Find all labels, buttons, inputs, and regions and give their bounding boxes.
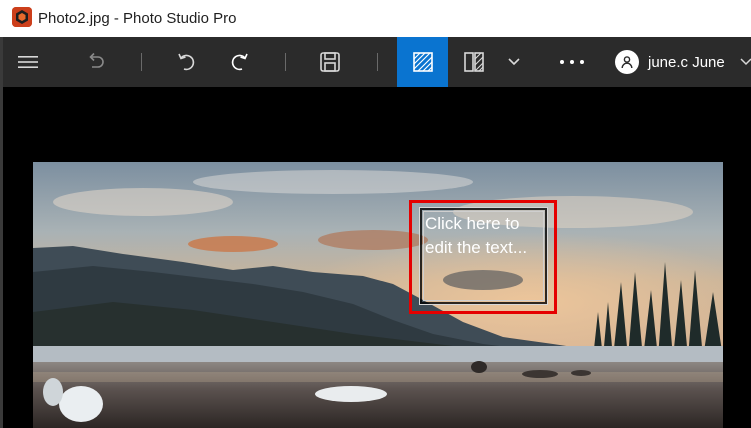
text-box-placeholder[interactable]: Click here to edit the text... bbox=[425, 212, 545, 260]
user-name: june.c June bbox=[648, 53, 725, 71]
hatch-square-icon bbox=[412, 52, 433, 72]
user-account-button[interactable]: june.c June bbox=[615, 50, 751, 74]
rotate-right-icon bbox=[231, 53, 248, 71]
title-bar: Photo2.jpg - Photo Studio Pro bbox=[0, 0, 751, 37]
person-icon bbox=[621, 56, 633, 69]
rotate-right-button[interactable] bbox=[225, 37, 255, 87]
hamburger-icon bbox=[18, 56, 38, 68]
split-view-icon bbox=[464, 52, 484, 72]
toolbar-separator bbox=[285, 53, 286, 71]
avatar bbox=[615, 50, 639, 74]
view-options-dropdown[interactable] bbox=[503, 37, 525, 87]
undo-icon bbox=[89, 52, 104, 68]
save-icon bbox=[320, 52, 340, 72]
photo-studio-app-icon bbox=[12, 7, 32, 27]
more-options-button[interactable] bbox=[555, 37, 589, 87]
chevron-down-icon bbox=[740, 58, 751, 66]
toolbar-separator bbox=[141, 53, 142, 71]
save-button[interactable] bbox=[315, 37, 345, 87]
chevron-down-icon bbox=[508, 58, 520, 66]
toolbar: june.c June bbox=[3, 37, 751, 87]
compare-view-button[interactable] bbox=[459, 37, 489, 87]
photo-image bbox=[33, 162, 723, 428]
more-dots-icon bbox=[560, 60, 584, 64]
crop-view-button[interactable] bbox=[397, 37, 448, 87]
toolbar-separator bbox=[377, 53, 378, 71]
window-title: Photo2.jpg - Photo Studio Pro bbox=[38, 10, 237, 27]
rotate-left-icon bbox=[178, 53, 195, 71]
undo-disabled-button[interactable] bbox=[81, 37, 111, 87]
menu-button[interactable] bbox=[13, 37, 43, 87]
rotate-left-button[interactable] bbox=[171, 37, 201, 87]
